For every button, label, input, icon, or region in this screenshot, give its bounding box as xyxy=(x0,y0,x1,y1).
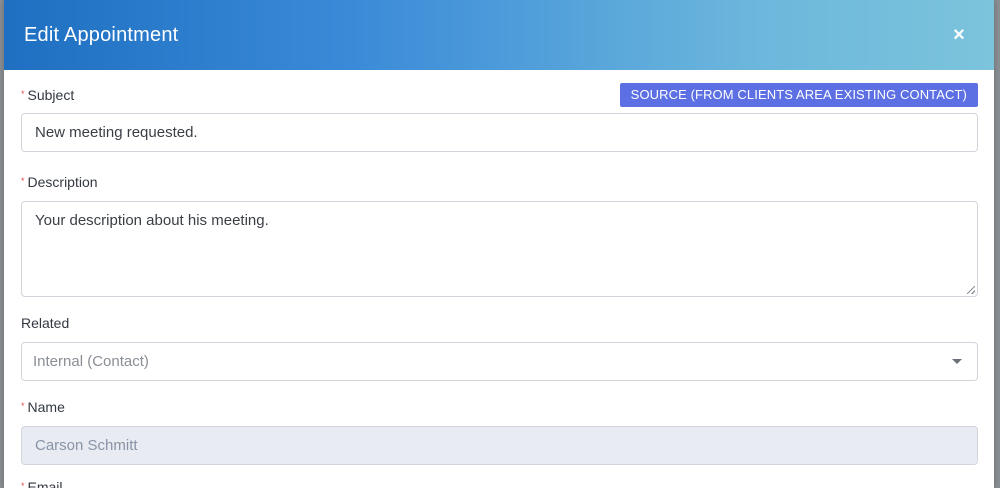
related-label-row: Related xyxy=(21,315,978,331)
name-label-text: Name xyxy=(27,399,65,415)
description-textarea[interactable]: Your description about his meeting. xyxy=(21,201,978,297)
subject-label: * Subject xyxy=(21,87,74,103)
name-value: Carson Schmitt xyxy=(35,437,138,454)
resize-grip-icon[interactable] xyxy=(967,286,975,294)
subject-label-row: * Subject SOURCE (FROM CLIENTS AREA EXIS… xyxy=(21,83,978,107)
related-selected-value: Internal (Contact) xyxy=(33,353,149,370)
email-label-text: Email xyxy=(27,479,63,488)
modal-header: Edit Appointment × xyxy=(4,0,994,70)
subject-input[interactable]: New meeting requested. xyxy=(21,113,978,152)
name-label-row: * Name xyxy=(21,399,978,415)
subject-value: New meeting requested. xyxy=(35,124,198,141)
related-select[interactable]: Internal (Contact) xyxy=(21,342,978,381)
edit-appointment-modal: Edit Appointment × * Subject SOURCE (FRO… xyxy=(4,0,994,488)
close-icon[interactable]: × xyxy=(948,24,970,46)
required-marker: * xyxy=(21,176,25,186)
required-marker: * xyxy=(21,481,25,488)
description-label-row: * Description xyxy=(21,174,978,190)
chevron-down-icon xyxy=(952,359,962,364)
email-label: * Email xyxy=(21,479,63,488)
name-label: * Name xyxy=(21,399,65,415)
required-marker: * xyxy=(21,89,25,99)
subject-label-text: Subject xyxy=(27,87,75,103)
description-label: * Description xyxy=(21,174,98,190)
description-value: Your description about his meeting. xyxy=(35,212,269,229)
email-label-row: * Email xyxy=(21,479,978,488)
source-button[interactable]: SOURCE (FROM CLIENTS AREA EXISTING CONTA… xyxy=(619,83,978,107)
required-marker: * xyxy=(21,401,25,411)
modal-body: * Subject SOURCE (FROM CLIENTS AREA EXIS… xyxy=(4,83,994,488)
description-label-text: Description xyxy=(27,174,98,190)
related-label: Related xyxy=(21,315,70,331)
modal-title: Edit Appointment xyxy=(24,23,179,46)
name-input: Carson Schmitt xyxy=(21,426,978,465)
